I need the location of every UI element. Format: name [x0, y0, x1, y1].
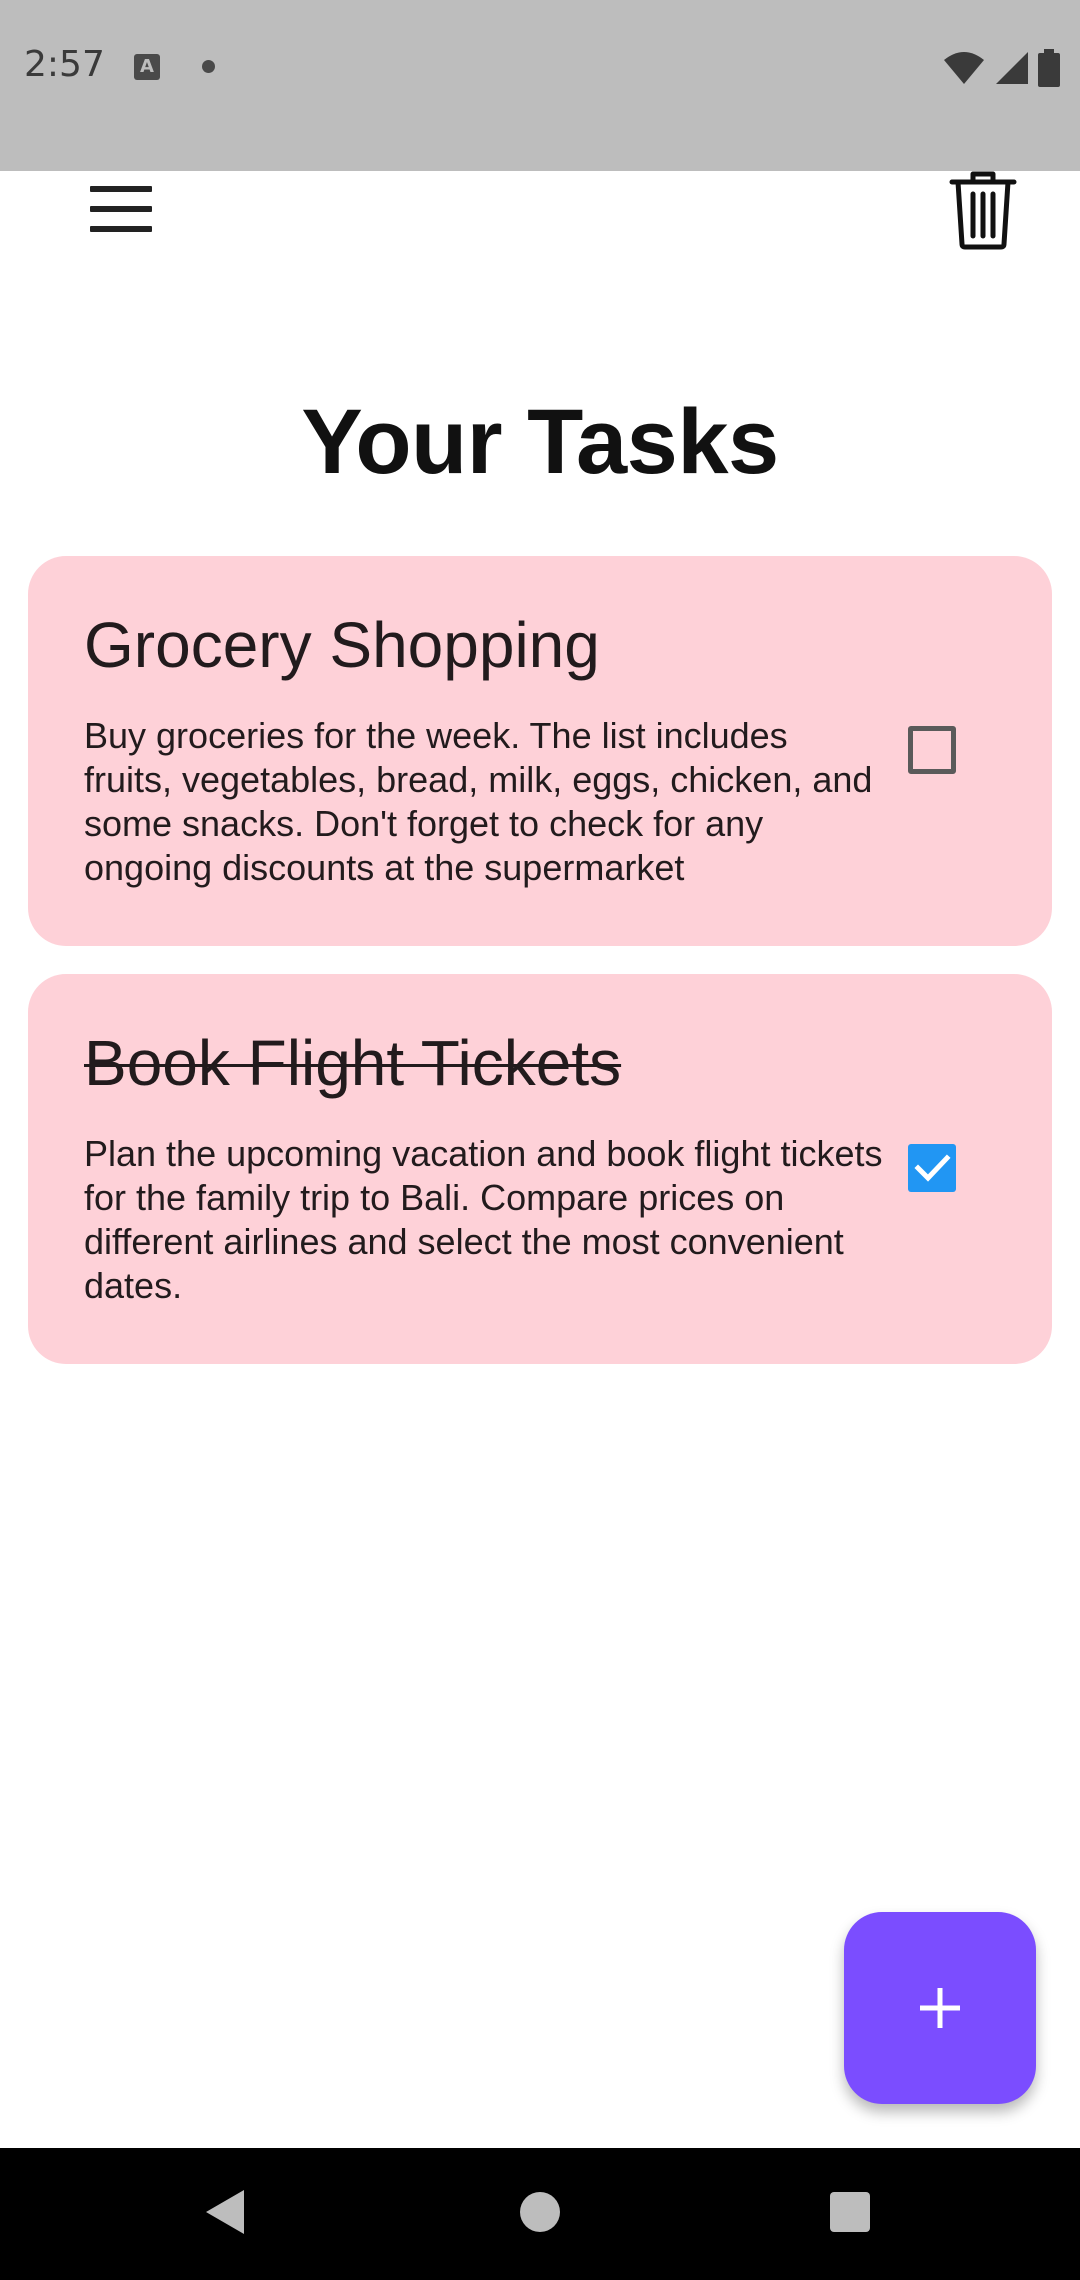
- checkmark-icon: [914, 1154, 951, 1182]
- task-card[interactable]: Book Flight Tickets Plan the upcoming va…: [28, 974, 1052, 1364]
- home-icon[interactable]: [520, 2192, 560, 2232]
- task-checkbox[interactable]: [908, 1144, 956, 1192]
- dot-icon: [202, 60, 215, 73]
- battery-icon: [1038, 49, 1060, 87]
- back-icon[interactable]: [204, 2188, 246, 2236]
- recents-icon[interactable]: [830, 2192, 870, 2232]
- trash-icon[interactable]: [948, 170, 1018, 250]
- app-screen: 2:57 A Your Tasks Grocery Shopping Buy g…: [0, 0, 1080, 2280]
- task-card[interactable]: Grocery Shopping Buy groceries for the w…: [28, 556, 1052, 946]
- status-icons: [942, 48, 1060, 88]
- wifi-icon: [944, 52, 984, 84]
- status-time: 2:57: [24, 44, 105, 85]
- status-bar: 2:57 A: [0, 0, 1080, 171]
- a-notification-icon: A: [134, 54, 160, 80]
- task-title: Book Flight Tickets: [84, 1027, 622, 1099]
- plus-icon: [920, 1988, 960, 2028]
- navigation-bar: [0, 2148, 1080, 2280]
- task-checkbox[interactable]: [908, 726, 956, 774]
- page-title: Your Tasks: [301, 391, 779, 493]
- signal-icon: [996, 52, 1028, 84]
- task-description: Buy groceries for the week. The list inc…: [84, 715, 873, 888]
- add-task-button[interactable]: [844, 1912, 1036, 2104]
- task-title: Grocery Shopping: [84, 609, 600, 681]
- menu-icon[interactable]: [90, 186, 152, 232]
- task-description: Plan the upcoming vacation and book flig…: [84, 1133, 883, 1306]
